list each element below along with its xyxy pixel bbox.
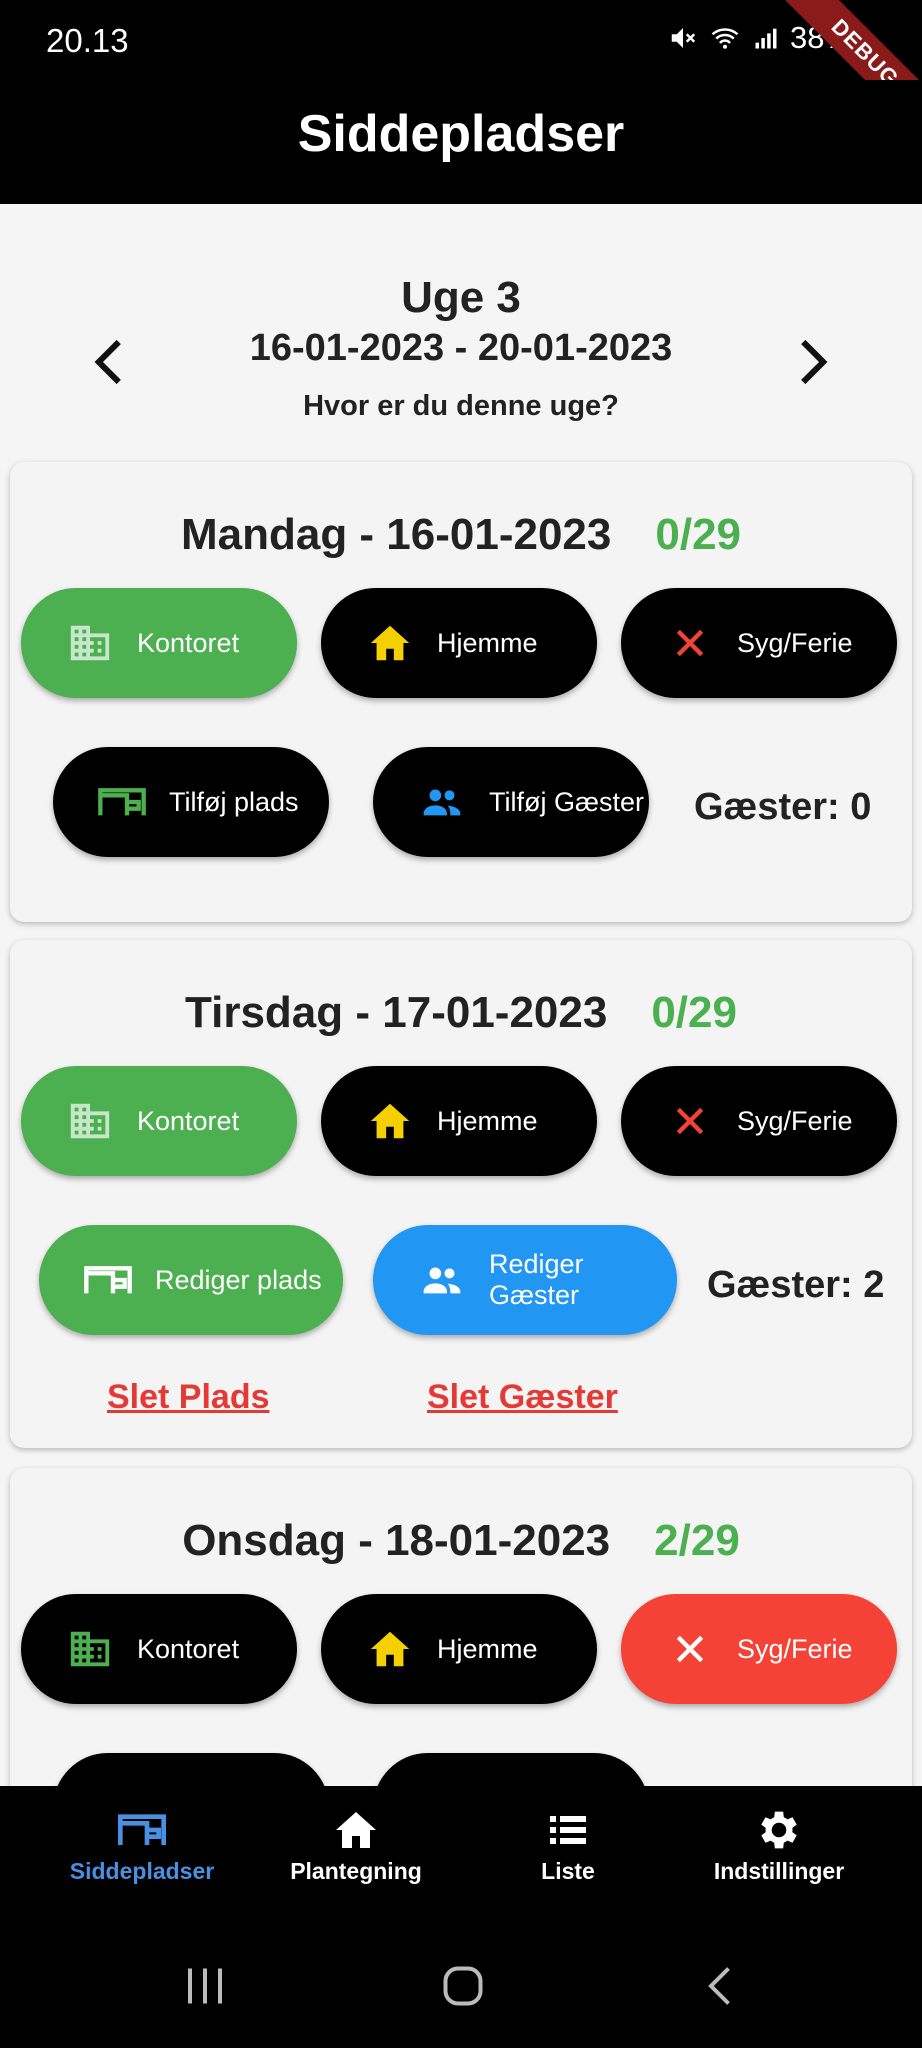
office-label: Kontoret — [137, 1105, 240, 1136]
edit-guests-label: Rediger Gæster — [489, 1249, 584, 1310]
sick-vacation-label: Syg/Ferie — [737, 1633, 853, 1664]
signal-icon — [752, 23, 780, 53]
close-icon — [665, 1096, 715, 1146]
add-guests-button[interactable]: Tilføj Gæster — [373, 747, 649, 857]
edit-seat-label: Rediger plads — [155, 1264, 322, 1295]
building-icon — [65, 1096, 115, 1146]
day-card-wednesday: Onsdag - 18-01-2023 2/29 Kontoret Hjemme … — [10, 1468, 912, 1786]
close-icon — [665, 1624, 715, 1674]
seat-button[interactable] — [53, 1753, 329, 1786]
day-header: Mandag - 16-01-2023 0/29 — [10, 510, 912, 560]
home-label: Hjemme — [437, 627, 538, 658]
day-label: Tirsdag - 17-01-2023 — [185, 988, 608, 1037]
status-time: 20.13 — [46, 22, 129, 59]
main-content[interactable]: Uge 3 16-01-2023 - 20-01-2023 Hvor er du… — [0, 204, 922, 1786]
desk-icon — [27, 1802, 257, 1858]
home-system-button[interactable] — [433, 1956, 493, 2016]
add-seat-label: Tilføj plads — [169, 786, 299, 817]
week-title: Uge 3 — [401, 273, 521, 322]
sick-vacation-button[interactable]: Syg/Ferie — [621, 1066, 897, 1176]
status-bar: 20.13 38% DEBUG — [0, 0, 922, 141]
people-icon — [417, 1255, 467, 1305]
gear-icon — [664, 1802, 894, 1858]
previous-week-button[interactable] — [80, 332, 140, 392]
nav-label: Siddepladser — [69, 1858, 215, 1884]
seat-count: 2/29 — [654, 1516, 740, 1565]
week-question: Hvor er du denne uge? — [303, 390, 619, 422]
office-button[interactable]: Kontoret — [21, 1594, 297, 1704]
close-icon — [665, 618, 715, 668]
chevron-left-icon — [94, 339, 121, 385]
nav-label: Indstillinger — [713, 1858, 845, 1884]
recent-apps-icon — [188, 1968, 222, 2004]
home-button[interactable]: Hjemme — [321, 1066, 597, 1176]
recent-apps-button[interactable] — [175, 1956, 235, 2016]
wifi-icon — [708, 23, 742, 53]
people-icon — [417, 777, 467, 827]
home-button[interactable]: Hjemme — [321, 588, 597, 698]
delete-seat-link[interactable]: Slet Plads — [107, 1378, 270, 1417]
bottom-navigation: Siddepladser Plantegning Liste Indstilli… — [0, 1786, 922, 1916]
office-label: Kontoret — [137, 627, 240, 658]
day-label: Onsdag - 18-01-2023 — [182, 1516, 611, 1565]
day-card-monday: Mandag - 16-01-2023 0/29 Kontoret Hjemme … — [10, 462, 912, 922]
system-navigation-bar — [0, 1916, 922, 2048]
chevron-right-icon — [801, 339, 828, 385]
home-button[interactable]: Hjemme — [321, 1594, 597, 1704]
seat-count: 0/29 — [655, 510, 742, 559]
office-button[interactable]: Kontoret — [21, 1066, 297, 1176]
nav-item-indstillinger[interactable]: Indstillinger — [664, 1802, 894, 1885]
nav-item-siddepladser[interactable]: Siddepladser — [27, 1802, 257, 1885]
home-circle-icon — [443, 1966, 483, 2006]
sick-vacation-label: Syg/Ferie — [737, 627, 853, 658]
desk-icon — [97, 777, 147, 827]
edit-seat-button[interactable]: Rediger plads — [39, 1225, 343, 1335]
day-header: Onsdag - 18-01-2023 2/29 — [10, 1516, 912, 1566]
next-week-button[interactable] — [782, 332, 842, 392]
nav-label: Liste — [541, 1858, 595, 1884]
add-seat-button[interactable]: Tilføj plads — [53, 747, 329, 857]
mute-icon — [668, 23, 698, 53]
guests-button[interactable] — [373, 1753, 649, 1786]
nav-label: Plantegning — [290, 1858, 422, 1884]
day-header: Tirsdag - 17-01-2023 0/29 — [10, 988, 912, 1038]
home-icon — [365, 618, 415, 668]
nav-item-liste[interactable]: Liste — [453, 1802, 683, 1885]
seat-count: 0/29 — [651, 988, 737, 1037]
desk-icon — [83, 1255, 133, 1305]
home-icon — [241, 1802, 471, 1858]
home-icon — [365, 1096, 415, 1146]
sick-vacation-button[interactable]: Syg/Ferie — [621, 1594, 897, 1704]
home-label: Hjemme — [437, 1105, 538, 1136]
building-icon — [65, 618, 115, 668]
home-label: Hjemme — [437, 1633, 538, 1664]
guests-count: Gæster: 0 — [694, 786, 872, 828]
nav-item-plantegning[interactable]: Plantegning — [241, 1802, 471, 1885]
home-icon — [365, 1624, 415, 1674]
day-label: Mandag - 16-01-2023 — [180, 510, 612, 559]
delete-guests-link[interactable]: Slet Gæster — [427, 1378, 618, 1417]
day-card-tuesday: Tirsdag - 17-01-2023 0/29 Kontoret Hjemme… — [10, 940, 912, 1448]
page-title: Siddepladser — [297, 105, 625, 163]
sick-vacation-button[interactable]: Syg/Ferie — [621, 588, 897, 698]
edit-guests-button[interactable]: Rediger Gæster — [373, 1225, 677, 1335]
guests-count: Gæster: 2 — [707, 1264, 885, 1306]
building-icon — [65, 1624, 115, 1674]
list-icon — [453, 1802, 683, 1858]
back-icon — [708, 1967, 730, 2005]
add-guests-label: Tilføj Gæster — [489, 786, 644, 817]
office-button[interactable]: Kontoret — [21, 588, 297, 698]
back-button[interactable] — [691, 1956, 751, 2016]
office-label: Kontoret — [137, 1633, 240, 1664]
sick-vacation-label: Syg/Ferie — [737, 1105, 853, 1136]
app-bar: Siddepladser — [0, 80, 922, 204]
